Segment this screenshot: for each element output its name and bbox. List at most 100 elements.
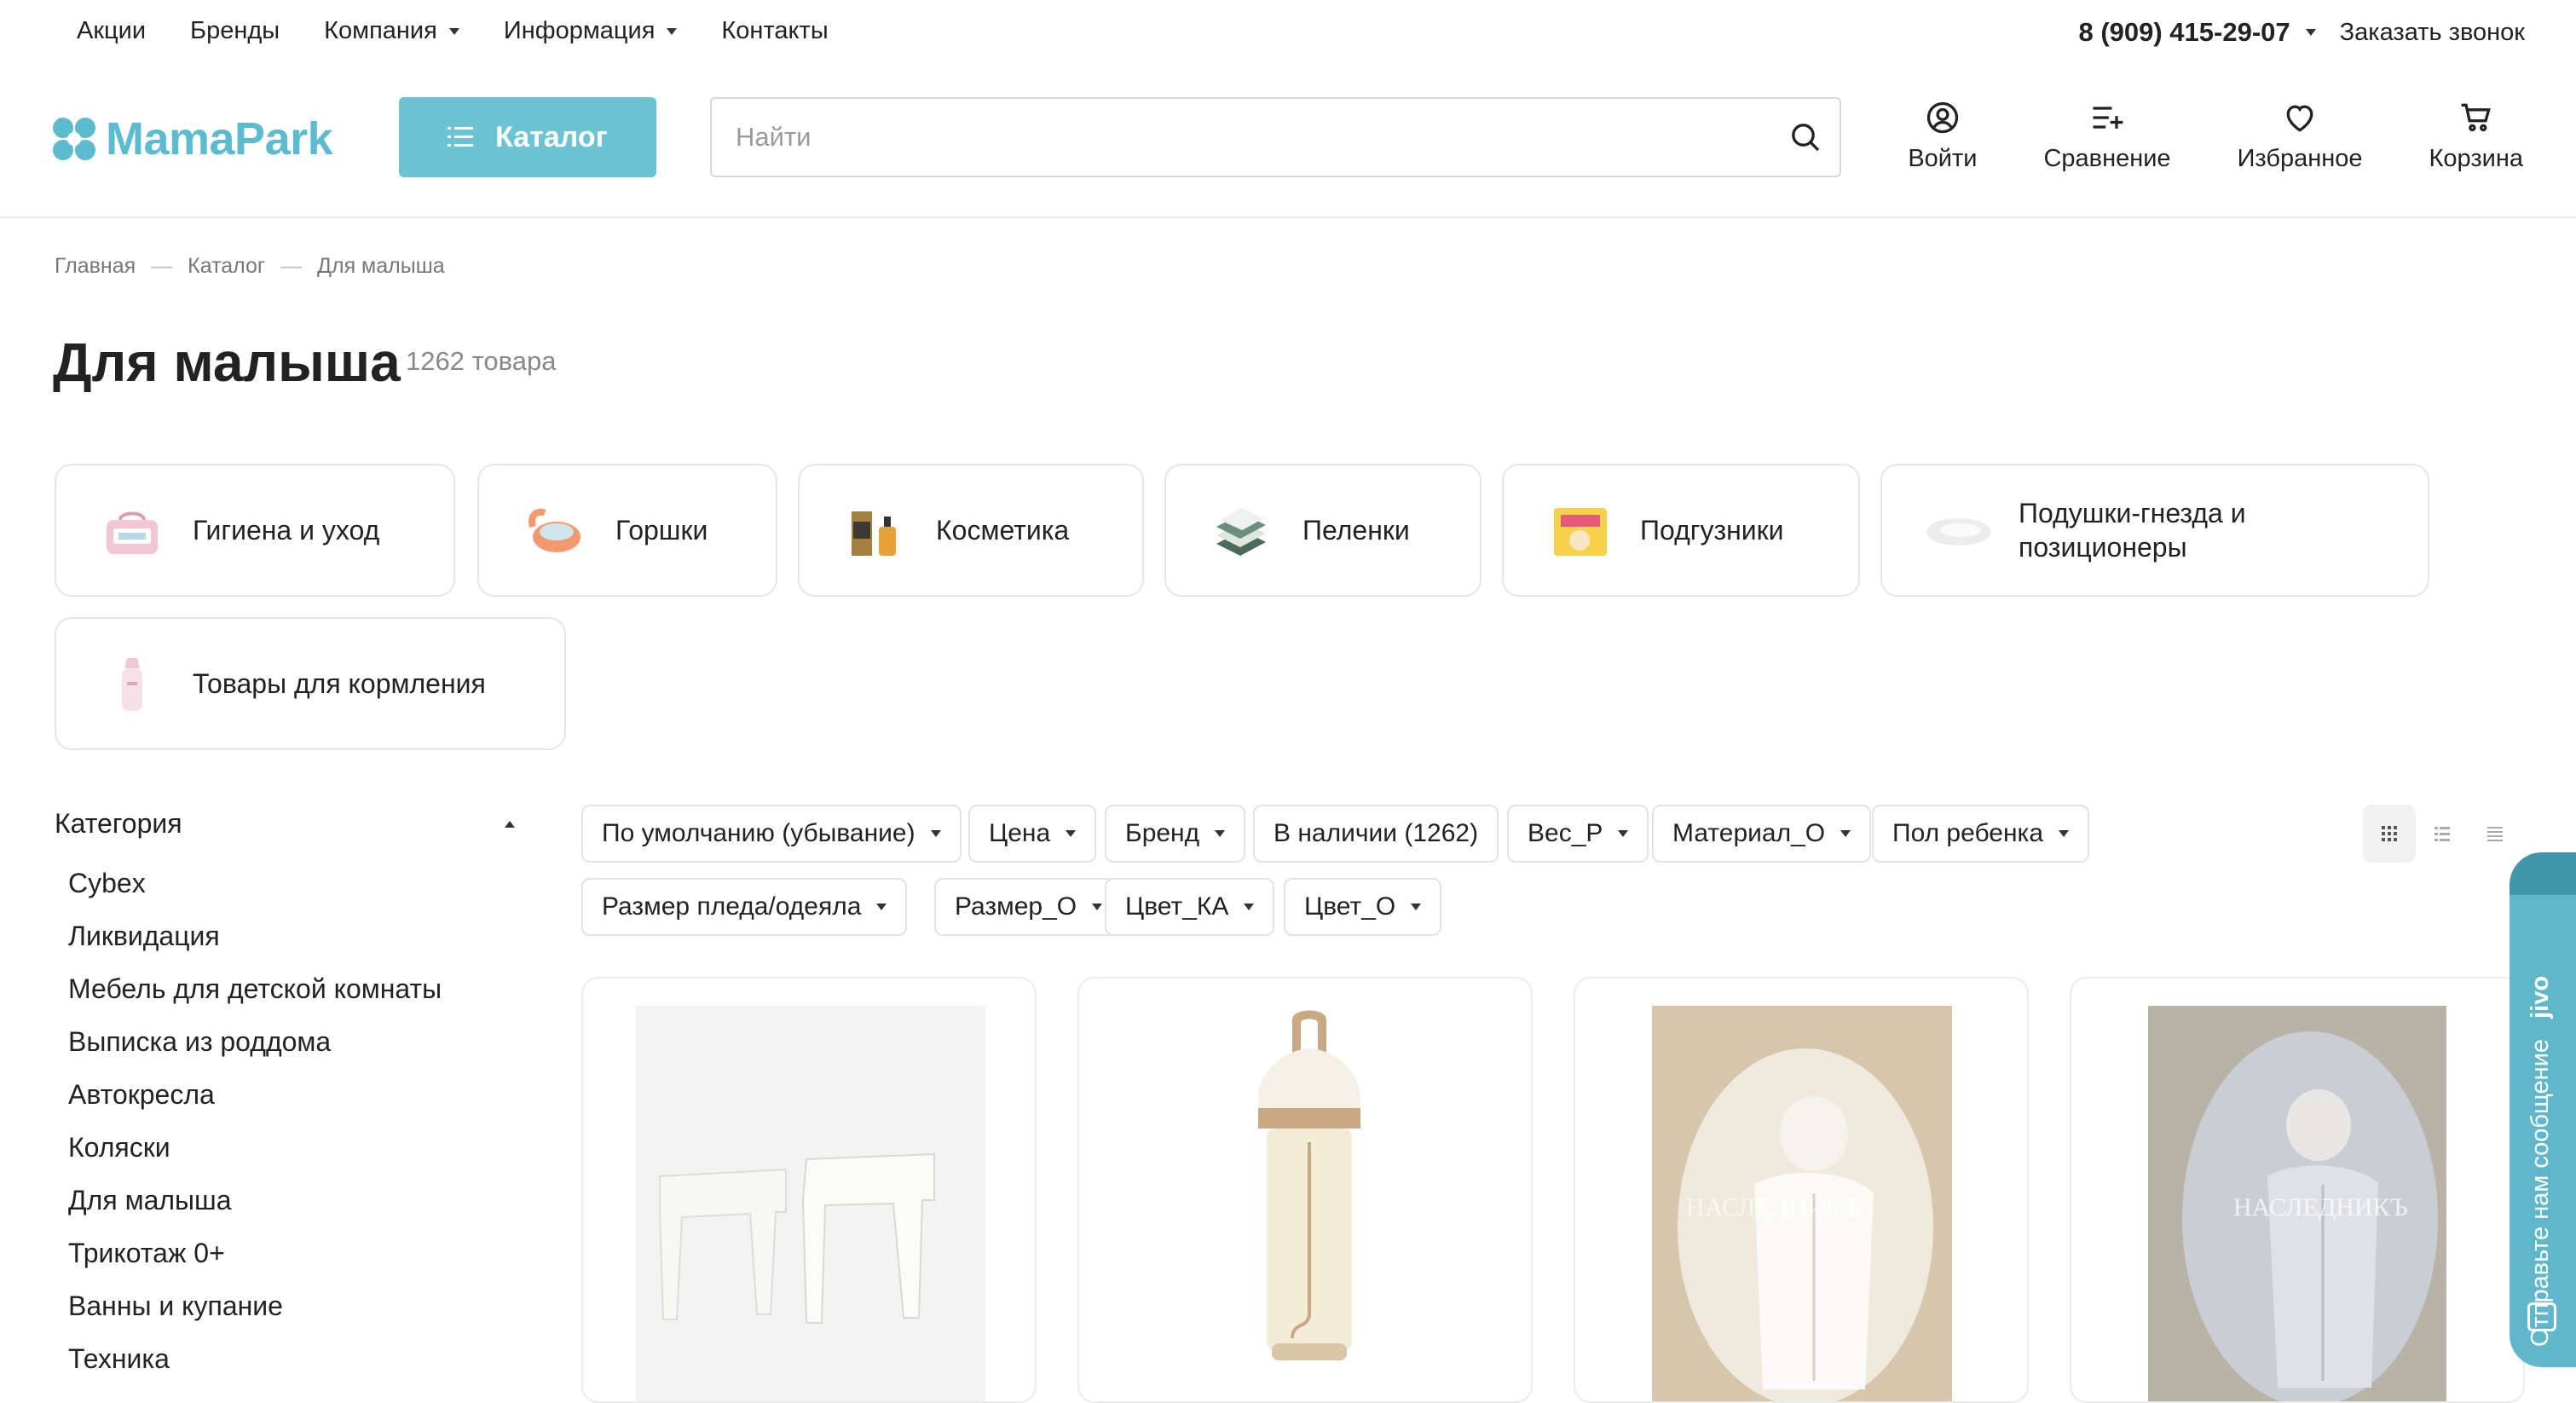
callback-link[interactable]: Заказать звонок [2340, 19, 2525, 47]
grid-view-button[interactable] [2363, 805, 2416, 863]
filter-material[interactable]: Материал_О [1652, 805, 1872, 863]
menu-icon [448, 127, 474, 147]
subcategory-feeding[interactable]: Товары для кормления [55, 617, 566, 750]
chat-widget-label: Отправьте нам сообщение [2527, 1038, 2554, 1347]
subcategory-cosmetics[interactable]: Косметика [798, 464, 1144, 597]
category-item[interactable]: Ванны и купание [55, 1279, 532, 1332]
catalog-button[interactable]: Каталог [399, 97, 656, 177]
chevron-down-icon [1066, 830, 1077, 837]
category-item[interactable]: Cybex [55, 857, 532, 909]
watermark-text: НАСЛЕДНИКЪ [2233, 1193, 2408, 1221]
subcategory-label: Горшки [615, 514, 708, 546]
chevron-down-icon [448, 27, 459, 35]
breadcrumb-catalog[interactable]: Каталог [188, 254, 265, 279]
chevron-up-icon [505, 820, 515, 828]
logo-icon [53, 118, 95, 160]
heart-icon [2286, 105, 2313, 132]
compact-view-button[interactable] [2469, 805, 2521, 863]
cosmetics-icon [839, 494, 912, 567]
search-box [710, 97, 1841, 177]
category-item[interactable]: Мебель для детской комнаты [55, 962, 532, 1015]
category-sidebar: Категория Cybex Ликвидация Мебель для де… [55, 808, 532, 1385]
favorites-button[interactable]: Избранное [2238, 99, 2363, 173]
breadcrumb: Главная — Каталог — Для малыша [55, 254, 445, 279]
filter-in-stock[interactable]: В наличии (1262) [1253, 805, 1499, 863]
filter-size[interactable]: Размер_О [934, 878, 1123, 936]
category-filter-header[interactable]: Категория [55, 808, 515, 840]
subcategory-potties[interactable]: Горшки [477, 464, 777, 597]
breadcrumb-home[interactable]: Главная [55, 254, 136, 279]
category-item[interactable]: Выписка из роддома [55, 1015, 532, 1068]
subcategory-nest-pillows[interactable]: Подушки-гнезда и позиционеры [1880, 464, 2429, 597]
search-input[interactable] [712, 122, 1771, 153]
filter-price[interactable]: Цена [968, 805, 1097, 863]
subcategory-label: Гигиена и уход [193, 514, 380, 546]
filter-weight[interactable]: Вес_Р [1507, 805, 1649, 863]
compact-list-icon [2487, 827, 2503, 841]
category-item[interactable]: Техника [55, 1332, 532, 1385]
cart-button[interactable]: Корзина [2429, 99, 2523, 173]
category-item[interactable]: Ликвидация [55, 909, 532, 962]
subcategory-label: Подгузники [1640, 514, 1784, 546]
product-card[interactable]: НАСЛЕДНИКЪ [2070, 977, 2525, 1403]
compare-button[interactable]: Сравнение [2043, 99, 2171, 173]
filter-gender[interactable]: Пол ребенка [1872, 805, 2090, 863]
list-view-button[interactable] [2416, 805, 2469, 863]
topnav-company[interactable]: Компания [324, 17, 459, 45]
topnav-brands[interactable]: Бренды [190, 17, 280, 45]
subcategory-diapers[interactable]: Подгузники [1502, 464, 1860, 597]
chevron-down-icon [876, 904, 887, 910]
top-bar: Акции Бренды Компания Информация Контакт… [0, 0, 2576, 68]
product-image-newborn-grey: НАСЛЕДНИКЪ [2148, 1006, 2446, 1401]
main-header: MamaPark Каталог Войти Сравнение Избранн… [0, 68, 2576, 218]
chat-widget-tab[interactable]: Отправьте нам сообщение jivo [2510, 852, 2576, 1367]
logo[interactable]: MamaPark [53, 113, 333, 165]
subcategory-label: Товары для кормления [193, 667, 486, 699]
phone-number[interactable]: 8 (909) 415-29-07 [2078, 17, 2290, 48]
chevron-down-icon [1411, 904, 1422, 910]
category-item[interactable]: Трикотаж 0+ [55, 1227, 532, 1279]
subcategory-swaddles[interactable]: Пеленки [1164, 464, 1481, 597]
view-mode-toggle [2363, 805, 2523, 863]
topnav-info[interactable]: Информация [504, 17, 678, 45]
filter-color-o[interactable]: Цвет_О [1284, 878, 1442, 936]
chevron-down-icon [2059, 830, 2070, 837]
product-image-stools [636, 1006, 985, 1401]
top-contacts: 8 (909) 415-29-07 Заказать звонок [2078, 17, 2525, 48]
chevron-down-icon [1244, 904, 1255, 910]
subcategory-label: Косметика [936, 514, 1070, 546]
sort-dropdown[interactable]: По умолчанию (убывание) [581, 805, 962, 863]
category-list: Cybex Ликвидация Мебель для детской комн… [55, 857, 532, 1385]
product-card[interactable]: НАСЛЕДНИКЪ [1574, 977, 2029, 1403]
product-image-bottle [1241, 1006, 1378, 1381]
topnav-contacts[interactable]: Контакты [721, 17, 828, 45]
user-icon [1926, 101, 1959, 134]
product-card[interactable] [581, 977, 1037, 1403]
subcategory-hygiene[interactable]: Гигиена и уход [55, 464, 455, 597]
top-nav: Акции Бренды Компания Информация Контакт… [77, 17, 829, 45]
cart-icon [2461, 103, 2491, 132]
category-item[interactable]: Коляски [55, 1121, 532, 1174]
topnav-sales[interactable]: Акции [77, 17, 146, 45]
filter-color-ka[interactable]: Цвет_КА [1105, 878, 1275, 936]
subcategory-label: Пеленки [1302, 514, 1410, 546]
swaddle-stack-icon [1205, 494, 1279, 567]
page-title: Для малыша [53, 332, 401, 393]
search-icon[interactable] [1771, 99, 1840, 176]
filter-brand[interactable]: Бренд [1105, 805, 1246, 863]
product-card[interactable] [1077, 977, 1533, 1403]
chevron-down-icon [667, 27, 678, 35]
filter-blanket-size[interactable]: Размер пледа/одеяла [581, 878, 908, 936]
chevron-down-icon [1092, 904, 1103, 910]
chat-widget-brand: jivo [2527, 975, 2554, 1019]
login-button[interactable]: Войти [1908, 99, 1977, 173]
compare-icon [2093, 107, 2123, 129]
grid-icon [2382, 826, 2397, 841]
category-item[interactable]: Для малыша [55, 1174, 532, 1227]
chevron-down-icon[interactable] [2305, 29, 2316, 36]
catalog-button-label: Каталог [495, 120, 608, 153]
potty-icon [518, 494, 592, 567]
category-item[interactable]: Автокресла [55, 1068, 532, 1121]
subcategory-label: Подушки-гнезда и позиционеры [2019, 498, 2246, 563]
list-icon [2434, 827, 2450, 841]
